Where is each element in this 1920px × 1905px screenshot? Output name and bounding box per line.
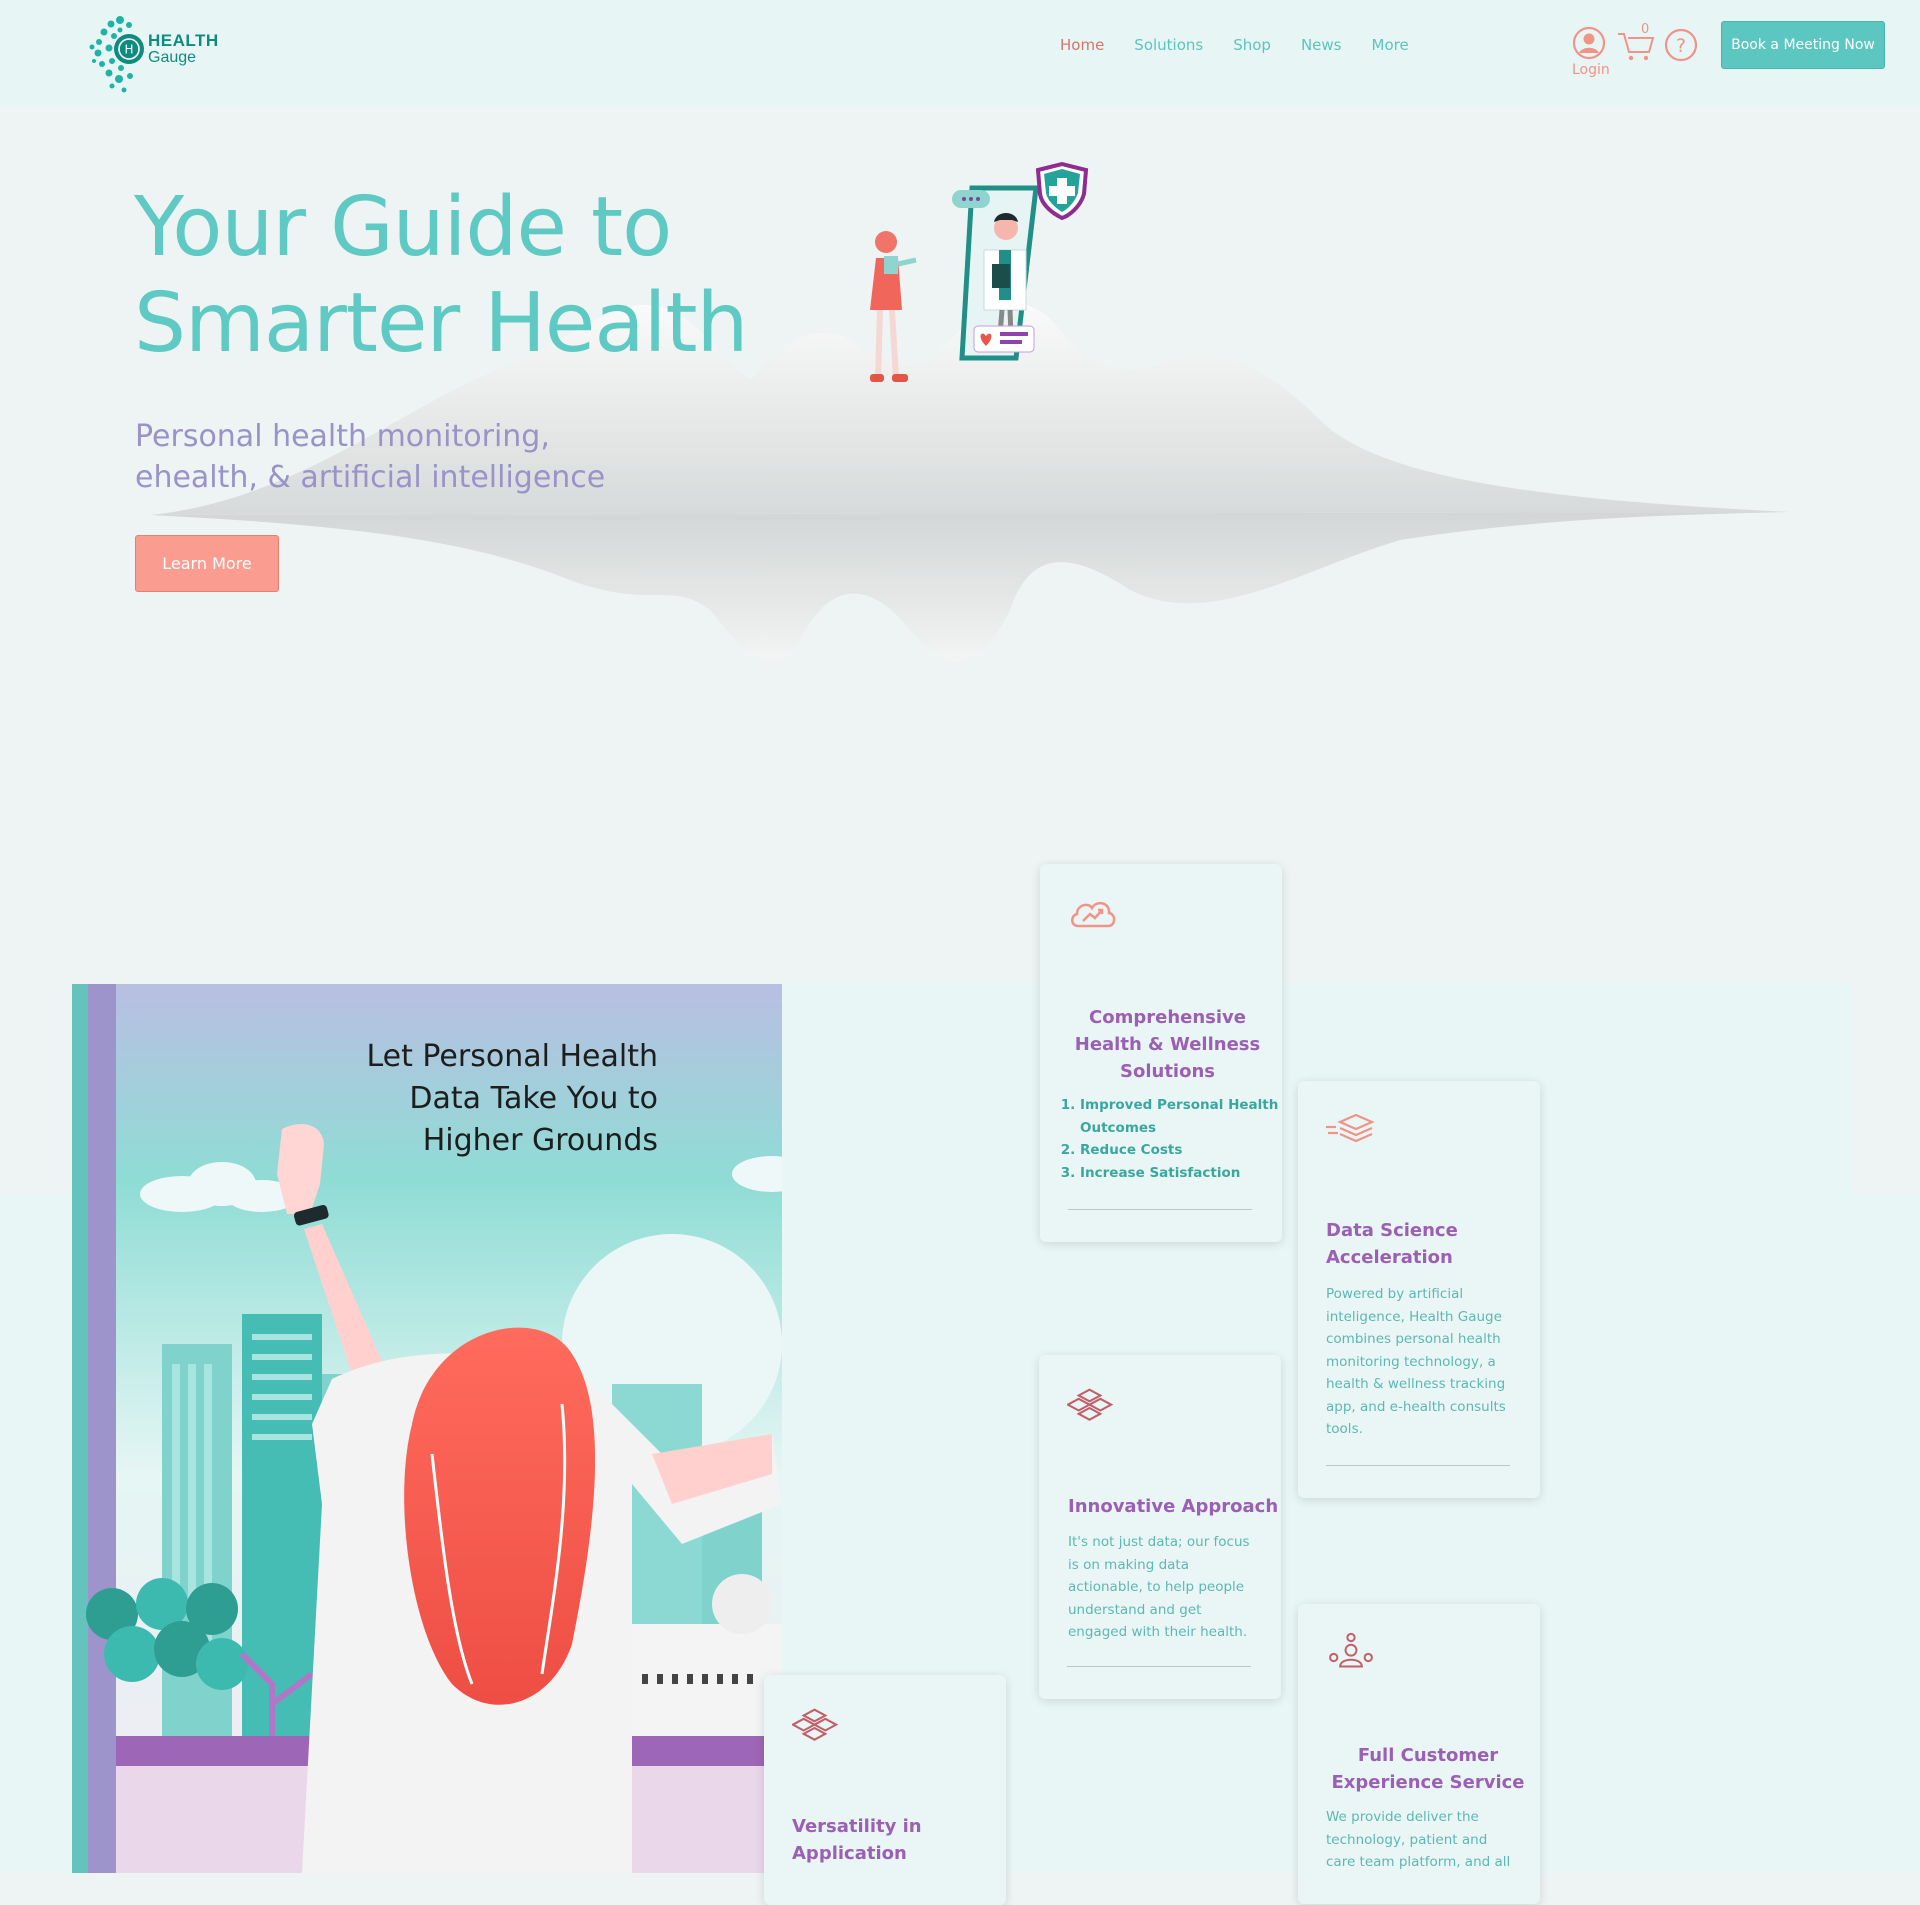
card-title-line1: Data Science bbox=[1326, 1220, 1458, 1241]
telehealth-illustration bbox=[870, 161, 1089, 382]
card-title-line3: Solutions bbox=[1120, 1061, 1215, 1082]
hero-title-line1: Your Guide to bbox=[134, 180, 672, 275]
hero-subtitle-line2: ehealth, & artificial intelligence bbox=[135, 460, 606, 495]
card-title: Comprehensive Health & Wellness Solution… bbox=[1040, 1004, 1295, 1085]
card-divider bbox=[1068, 1209, 1252, 1210]
layers-speed-icon bbox=[1326, 1113, 1375, 1143]
benefits-list: Improved Personal Health Outcomes Reduce… bbox=[1058, 1094, 1280, 1184]
list-item: Increase Satisfaction bbox=[1080, 1162, 1280, 1185]
nav-solutions[interactable]: Solutions bbox=[1134, 36, 1203, 54]
artwork-heading: Let Personal Health Data Take You to Hig… bbox=[292, 1036, 658, 1162]
card-title: Innovative Approach bbox=[1068, 1496, 1279, 1517]
card-title-line1: Versatility in bbox=[792, 1816, 922, 1837]
card-data-science[interactable]: Data Science Acceleration Powered by art… bbox=[1298, 1081, 1540, 1498]
cart-icon[interactable] bbox=[1616, 28, 1656, 62]
higher-grounds-artwork: Let Personal Health Data Take You to Hig… bbox=[72, 984, 782, 1873]
help-icon[interactable]: ? bbox=[1664, 28, 1698, 62]
svg-text:?: ? bbox=[1676, 35, 1686, 57]
book-meeting-button[interactable]: Book a Meeting Now bbox=[1721, 21, 1885, 69]
card-title: Full Customer Experience Service bbox=[1298, 1742, 1558, 1796]
card-title-line1: Full Customer bbox=[1357, 1745, 1499, 1766]
card-title: Data Science Acceleration bbox=[1326, 1217, 1536, 1271]
diamond-layers-icon bbox=[792, 1708, 839, 1741]
nav-news[interactable]: News bbox=[1301, 36, 1342, 54]
card-description: Powered by artificial inteligence, Healt… bbox=[1326, 1286, 1506, 1437]
card-divider bbox=[1326, 1465, 1510, 1466]
svg-text:H: H bbox=[124, 43, 133, 57]
nav-more[interactable]: More bbox=[1372, 36, 1409, 54]
card-title: Versatility in Application bbox=[792, 1813, 982, 1867]
list-item: Improved Personal Health Outcomes bbox=[1080, 1094, 1280, 1139]
brand-line1: HEALTH bbox=[148, 31, 219, 50]
people-network-icon bbox=[1329, 1632, 1373, 1668]
site-header: H HEALTH Gauge Home Solutions Shop News … bbox=[0, 0, 1920, 107]
card-title-line1: Comprehensive bbox=[1089, 1007, 1246, 1028]
brand-line2: Gauge bbox=[148, 49, 197, 66]
nav-shop[interactable]: Shop bbox=[1233, 36, 1271, 54]
list-item: Reduce Costs bbox=[1080, 1139, 1280, 1162]
cart-count: 0 bbox=[1641, 22, 1650, 37]
hero-title-line2: Smarter Health bbox=[134, 276, 749, 371]
card-title-line2: Application bbox=[792, 1843, 907, 1864]
diamond-layers-icon bbox=[1067, 1388, 1114, 1421]
hero-title: Your Guide to Smarter Health bbox=[134, 180, 834, 372]
card-innovative-approach[interactable]: Innovative Approach It's not just data; … bbox=[1039, 1355, 1281, 1699]
card-description: We provide deliver the technology, patie… bbox=[1326, 1809, 1511, 1870]
card-comprehensive-solutions[interactable]: Comprehensive Health & Wellness Solution… bbox=[1040, 864, 1282, 1242]
cloud-chart-icon bbox=[1071, 901, 1116, 928]
main-nav: Home Solutions Shop News More bbox=[1060, 36, 1439, 54]
login-link[interactable]: Login bbox=[1572, 62, 1610, 78]
artwork-heading-line1: Let Personal Health bbox=[366, 1039, 658, 1074]
card-title-line2: Experience Service bbox=[1331, 1772, 1525, 1793]
artwork-heading-line2: Data Take You to bbox=[409, 1081, 658, 1116]
card-title-line2: Acceleration bbox=[1326, 1247, 1453, 1268]
brand-name: HEALTH Gauge bbox=[148, 32, 219, 66]
artwork-heading-line3: Higher Grounds bbox=[422, 1123, 658, 1158]
card-title-line2: Health & Wellness bbox=[1074, 1034, 1261, 1055]
card-divider bbox=[1067, 1666, 1251, 1667]
card-description: It's not just data; our focus is on maki… bbox=[1068, 1534, 1250, 1640]
hero-subtitle-line1: Personal health monitoring, bbox=[135, 419, 550, 454]
card-versatility[interactable]: Versatility in Application bbox=[764, 1675, 1006, 1905]
learn-more-button[interactable]: Learn More bbox=[135, 535, 279, 592]
nav-home[interactable]: Home bbox=[1060, 36, 1104, 54]
user-icon[interactable] bbox=[1572, 26, 1606, 60]
card-customer-experience[interactable]: Full Customer Experience Service We prov… bbox=[1298, 1604, 1540, 1904]
hero-subtitle: Personal health monitoring, ehealth, & a… bbox=[135, 416, 695, 498]
